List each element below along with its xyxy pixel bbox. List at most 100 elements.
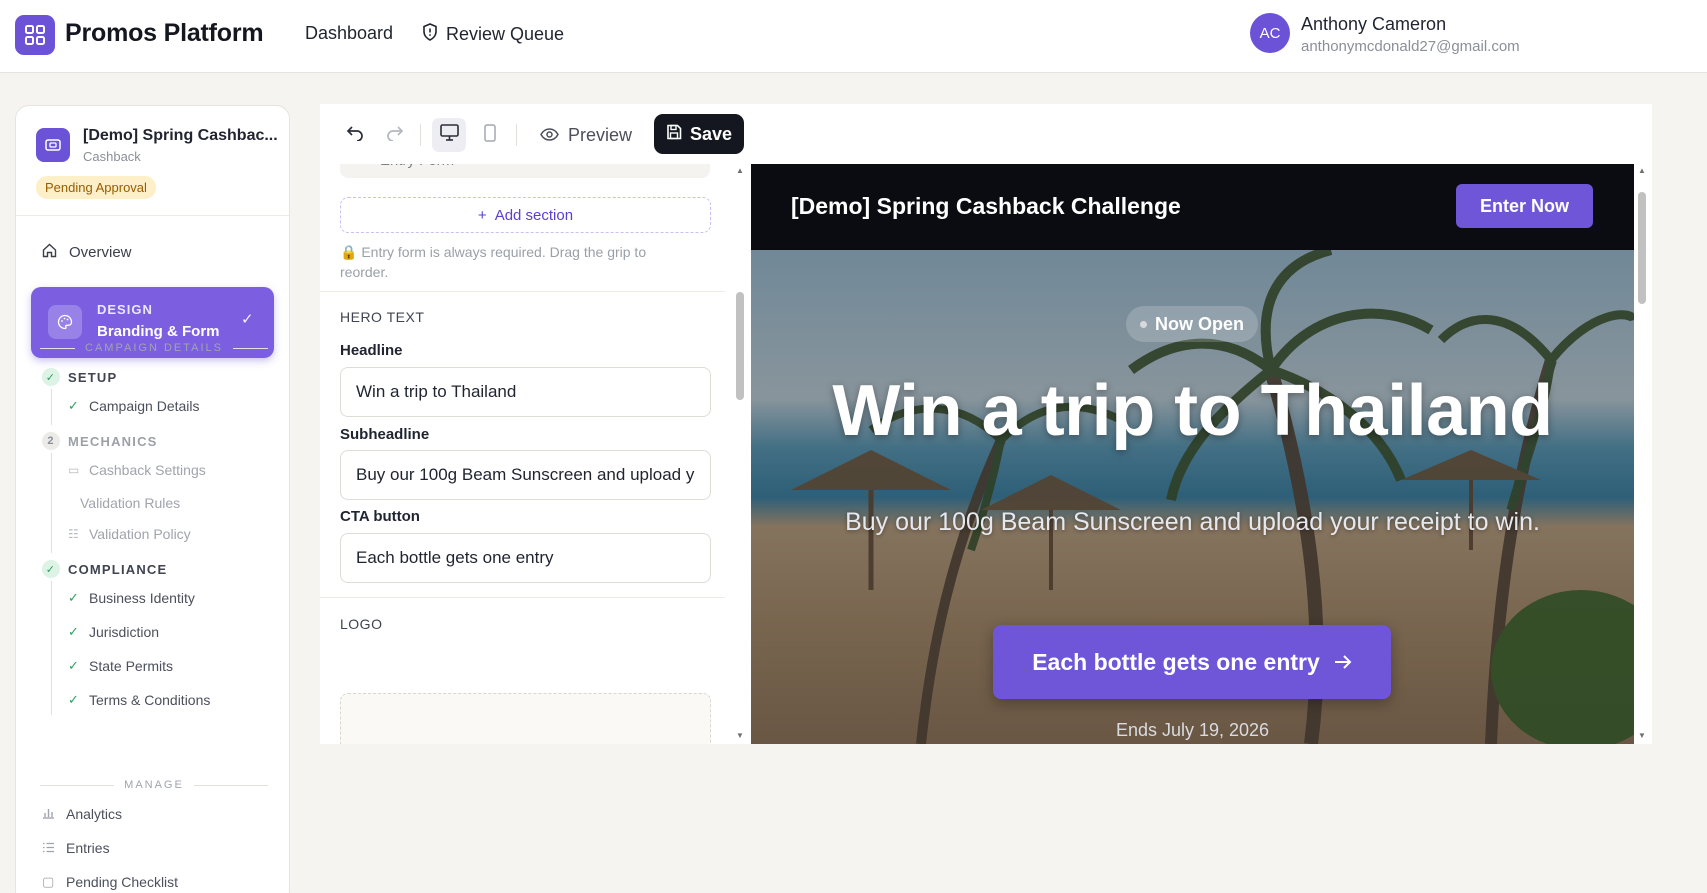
desktop-view-button[interactable] — [432, 118, 466, 152]
save-label: Save — [689, 123, 733, 144]
scrollbar-thumb[interactable] — [736, 292, 744, 400]
sidebar-item-overview[interactable]: Overview — [42, 243, 132, 262]
sliders-icon: ☷ — [68, 527, 79, 541]
sidebar-item-analytics[interactable]: Analytics — [42, 806, 122, 822]
check-icon: ✓ — [68, 692, 79, 707]
check-circle-icon: ✓ — [42, 368, 60, 386]
form-settings: Entry Form + Add section 🔒 Entry form is… — [320, 164, 725, 744]
preview-label: Preview — [568, 124, 633, 145]
subheadline-input[interactable] — [340, 450, 711, 500]
now-open-label: Now Open — [1155, 313, 1244, 334]
nav-dashboard-label: Dashboard — [305, 23, 394, 43]
manage-divider: MANAGE — [40, 779, 268, 791]
lock-icon: 🔒 — [340, 244, 358, 260]
add-section-button[interactable]: + Add section — [340, 197, 711, 233]
tree-line — [51, 389, 52, 425]
preview-header-title: [Demo] Spring Cashback Challenge — [791, 193, 1181, 219]
sidebar-item-state-permits[interactable]: ✓ State Permits — [68, 658, 173, 674]
hero-text-section-label: HERO TEXT — [340, 309, 425, 325]
scrollbar-thumb[interactable] — [1638, 192, 1646, 304]
sidebar-item-label: Overview — [69, 244, 132, 261]
preview-header: [Demo] Spring Cashback Challenge Enter N… — [751, 164, 1634, 250]
group-label: MECHANICS — [68, 433, 158, 449]
plus-icon: + — [477, 206, 487, 224]
check-icon: ✓ — [68, 658, 79, 673]
avatar[interactable]: AC — [1250, 13, 1290, 53]
logo-upload-dropzone[interactable] — [340, 693, 711, 744]
preview-button[interactable]: Preview — [540, 118, 632, 152]
add-section-label: Add section — [494, 206, 574, 224]
cta-button-label: CTA button — [340, 508, 420, 525]
check-icon: ✓ — [68, 624, 79, 639]
check-icon: ✓ — [241, 311, 254, 328]
phone-icon — [484, 123, 496, 147]
toolbar-divider — [516, 124, 517, 146]
sidebar-item-business-identity[interactable]: ✓ Business Identity — [68, 590, 195, 606]
sidebar: [Demo] Spring Cashbac... Cashback Pendin… — [15, 105, 290, 893]
list-icon — [42, 841, 56, 856]
save-button[interactable]: Save — [654, 114, 744, 154]
sidebar-item-pending-checklist[interactable]: ▢ Pending Checklist — [42, 874, 178, 890]
editor-toolbar: Preview Save — [320, 104, 1652, 164]
arrow-right-icon — [1334, 649, 1352, 676]
status-dot-icon — [1140, 320, 1147, 328]
design-title: Branding & Form — [97, 323, 220, 340]
tree-line — [51, 453, 52, 553]
app-logo-icon[interactable] — [15, 15, 55, 55]
sidebar-item-cashback-settings[interactable]: ▭ Cashback Settings — [68, 462, 206, 478]
sidebar-item-validation-policy[interactable]: ☷ Validation Policy — [68, 526, 191, 542]
design-overline: DESIGN — [97, 302, 153, 317]
sidebar-item-terms-conditions[interactable]: ✓ Terms & Conditions — [68, 692, 210, 708]
campaign-title: [Demo] Spring Cashbac... — [83, 127, 278, 144]
live-preview: [Demo] Spring Cashback Challenge Enter N… — [751, 164, 1634, 744]
editor-panel: Preview Save Entry Form + Add section 🔒 … — [320, 104, 1652, 744]
check-icon: ✓ — [68, 590, 79, 605]
palette-icon — [48, 305, 82, 339]
sidebar-item-jurisdiction[interactable]: ✓ Jurisdiction — [68, 624, 159, 640]
preview-scrollbar[interactable]: ▲ ▼ — [1637, 164, 1647, 744]
home-icon — [42, 243, 57, 262]
user-name: Anthony Cameron — [1301, 14, 1447, 34]
section-divider — [320, 597, 725, 598]
cashback-icon — [36, 128, 70, 162]
undo-icon — [346, 125, 364, 146]
sidebar-item-validation-rules[interactable]: Validation Rules — [80, 495, 180, 511]
cta-button-input[interactable] — [340, 533, 711, 583]
scroll-down-arrow-icon[interactable]: ▼ — [1637, 731, 1647, 740]
form-scrollbar[interactable]: ▲ ▼ — [735, 164, 745, 744]
eye-icon — [540, 125, 559, 146]
scroll-down-arrow-icon[interactable]: ▼ — [735, 731, 745, 740]
mobile-view-button[interactable] — [473, 118, 507, 152]
headline-input[interactable] — [340, 367, 711, 417]
check-icon: ✓ — [68, 398, 79, 413]
redo-icon — [386, 125, 404, 146]
tree-line — [51, 581, 52, 715]
scroll-up-arrow-icon[interactable]: ▲ — [1637, 166, 1647, 175]
section-divider — [320, 291, 725, 292]
sidebar-item-campaign-details[interactable]: ✓ Campaign Details — [68, 398, 200, 414]
campaign-type: Cashback — [83, 149, 141, 164]
check-circle-icon: ✓ — [42, 560, 60, 578]
group-mechanics[interactable]: 2 MECHANICS — [42, 432, 158, 450]
campaign-header: [Demo] Spring Cashbac... Cashback Pendin… — [16, 106, 289, 216]
hero-cta-button[interactable]: Each bottle gets one entry — [993, 625, 1391, 699]
group-setup[interactable]: ✓ SETUP — [42, 368, 117, 386]
undo-button[interactable] — [340, 120, 370, 150]
scroll-up-arrow-icon[interactable]: ▲ — [735, 166, 745, 175]
hero-subheadline: Buy our 100g Beam Sunscreen and upload y… — [845, 508, 1540, 536]
status-badge: Pending Approval — [36, 176, 156, 199]
step-number: 2 — [42, 432, 60, 450]
top-bar: Promos Platform Dashboard Review Queue A… — [0, 0, 1707, 73]
sidebar-item-entries[interactable]: Entries — [42, 840, 110, 856]
group-compliance[interactable]: ✓ COMPLIANCE — [42, 560, 167, 578]
group-label: SETUP — [68, 369, 118, 385]
campaign-end-date: Ends July 19, 2026 — [1115, 720, 1270, 740]
app-name[interactable]: Promos Platform — [65, 19, 264, 48]
nav-dashboard[interactable]: Dashboard — [305, 23, 393, 44]
enter-now-button[interactable]: Enter Now — [1456, 184, 1593, 228]
redo-button[interactable] — [380, 120, 410, 150]
nav-review-queue[interactable]: Review Queue — [422, 23, 564, 46]
shield-icon — [422, 23, 438, 46]
bar-chart-icon — [42, 807, 56, 822]
section-entry-form[interactable]: Entry Form — [340, 164, 710, 178]
